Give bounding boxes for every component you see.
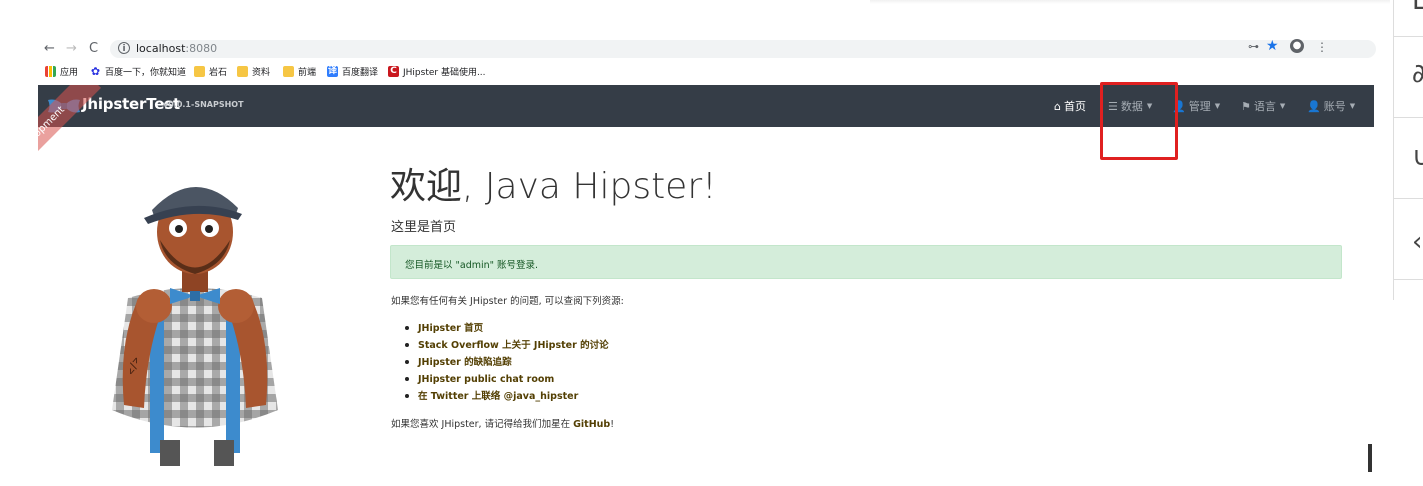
- user-icon: 👤: [1307, 99, 1321, 113]
- reload-icon[interactable]: C: [89, 39, 98, 59]
- csdn-icon: C: [388, 65, 399, 77]
- annotation-highlight-box: [1100, 82, 1178, 160]
- forward-arrow-icon[interactable]: →: [66, 39, 77, 59]
- bookmark-label: 应用: [60, 67, 79, 78]
- link-text: JHipster public chat room: [418, 374, 555, 385]
- title-welcome: 欢迎: [390, 166, 463, 207]
- back-arrow-icon[interactable]: ←: [44, 39, 55, 59]
- address-row: ← → C i localhost:8080 ⊶ ★ ● ⋮: [38, 38, 1376, 59]
- star-icon[interactable]: ★: [1266, 38, 1279, 54]
- ribbon-text: Development: [38, 104, 67, 160]
- translate-icon: 译: [327, 65, 338, 77]
- home-icon: ⌂: [1054, 99, 1061, 113]
- folder-icon: [283, 65, 294, 77]
- side-cell: ∂: [1394, 37, 1423, 118]
- scrollbar-thumb[interactable]: [1368, 444, 1372, 472]
- folder-icon: [194, 65, 205, 77]
- bullet: [405, 394, 409, 398]
- bullet: [405, 360, 409, 364]
- flag-icon: ⚑: [1241, 99, 1251, 113]
- side-cell: ᒪ: [1394, 0, 1423, 37]
- bookmark-folder-docs[interactable]: 资料: [237, 63, 270, 79]
- resource-links: JHipster 首页 Stack Overflow 上关于 JHipster …: [405, 320, 609, 405]
- caret-down-icon: ▼: [1214, 102, 1221, 110]
- bookmark-label: 百度翻译: [342, 67, 379, 78]
- nav-label: 管理: [1188, 100, 1211, 113]
- caret-down-icon: ▼: [1279, 102, 1286, 110]
- alert-text: 您目前是以 "admin" 账号登录.: [405, 260, 539, 271]
- link-bug-tracker[interactable]: JHipster 的缺陷追踪: [405, 354, 609, 371]
- info-icon[interactable]: i: [118, 42, 130, 54]
- panel-icon: ᒪ: [1412, 0, 1423, 16]
- bullet: [405, 326, 409, 330]
- panel-icon: ∂: [1412, 59, 1423, 89]
- bookmark-label: 百度一下，你就知道: [105, 67, 187, 78]
- nav-label: 首页: [1063, 100, 1086, 113]
- link-text: Stack Overflow 上关于 JHipster 的讨论: [418, 340, 609, 351]
- browser-chrome: ← → C i localhost:8080 ⊶ ★ ● ⋮ 应用 ✿ 百度一下，…: [38, 37, 1376, 83]
- nav-account-dropdown[interactable]: 👤 账号 ▼: [1307, 85, 1355, 127]
- nav-label: 语言: [1253, 100, 1276, 113]
- footer-suffix: !: [610, 419, 615, 430]
- github-star-note: 如果您喜欢 JHipster, 请记得给我们加星在 GitHub!: [391, 416, 614, 430]
- baidu-paw-icon: ✿: [90, 64, 101, 78]
- bookmark-label: 资料: [252, 67, 271, 78]
- more-menu-icon[interactable]: ⋮: [1316, 40, 1328, 54]
- apps-grid-icon: [45, 65, 56, 77]
- side-cell: ‹: [1394, 199, 1423, 280]
- bullet: [405, 343, 409, 347]
- link-chat-room[interactable]: JHipster public chat room: [405, 371, 609, 388]
- page-title: 欢迎, Java Hipster!: [390, 165, 717, 209]
- folder-icon: [237, 65, 248, 77]
- title-name: , Java Hipster!: [462, 166, 717, 207]
- bookmark-baidu[interactable]: ✿ 百度一下，你就知道: [90, 63, 186, 79]
- bullet: [405, 377, 409, 381]
- bookmark-label: JHipster 基础使用...: [403, 67, 486, 78]
- link-text: JHipster 的缺陷追踪: [418, 357, 512, 368]
- url-port: :8080: [185, 42, 218, 55]
- url-text[interactable]: localhost:8080: [136, 42, 217, 56]
- page-subtitle: 这里是首页: [391, 220, 457, 235]
- side-cell: ∪: [1394, 118, 1423, 199]
- bookmarks-bar: 应用 ✿ 百度一下，你就知道 岩石 资料 前端 译百度翻译 C JHipster 基…: [38, 63, 1374, 79]
- bookmark-folder-frontend[interactable]: 前端: [283, 63, 316, 79]
- bookmark-jhipster[interactable]: C JHipster 基础使用...: [388, 63, 486, 79]
- url-host: localhost: [136, 42, 186, 55]
- bookmark-folder-rock[interactable]: 岩石: [194, 63, 227, 79]
- login-status-alert: 您目前是以 "admin" 账号登录.: [390, 245, 1342, 279]
- profile-icon[interactable]: ●: [1290, 39, 1304, 53]
- nav-language-dropdown[interactable]: ⚑ 语言 ▼: [1241, 85, 1285, 127]
- link-twitter[interactable]: 在 Twitter 上联络 @java_hipster: [405, 388, 609, 405]
- brand-version: v0.0.1-SNAPSHOT: [163, 100, 244, 109]
- github-link[interactable]: GitHub: [573, 419, 610, 430]
- caret-down-icon: ▼: [1349, 102, 1356, 110]
- bookmark-label: 前端: [298, 67, 317, 78]
- link-text: JHipster 首页: [418, 323, 484, 334]
- key-icon[interactable]: ⊶: [1248, 40, 1259, 53]
- hipster-illustration: </>: [100, 170, 290, 474]
- panel-icon: ‹: [1412, 227, 1423, 257]
- bookmark-baidu-translate[interactable]: 译百度翻译: [327, 63, 378, 79]
- nav-admin-dropdown[interactable]: 👤 管理 ▼: [1172, 85, 1220, 127]
- window-shadow: [870, 0, 1390, 4]
- link-text: 在 Twitter 上联络 @java_hipster: [418, 391, 579, 402]
- resources-intro: 如果您有任何有关 JHipster 的问题, 可以查阅下列资源:: [391, 296, 624, 307]
- nav-label: 账号: [1323, 100, 1346, 113]
- nav-home[interactable]: ⌂ 首页: [1054, 85, 1086, 127]
- link-stack-overflow[interactable]: Stack Overflow 上关于 JHipster 的讨论: [405, 337, 609, 354]
- bookmark-apps[interactable]: 应用: [45, 63, 78, 79]
- ribbon-band: Development: [38, 85, 102, 194]
- footer-text: 如果您喜欢 JHipster, 请记得给我们加星在: [391, 419, 574, 430]
- link-jhipster-home[interactable]: JHipster 首页: [405, 320, 609, 337]
- bookmark-label: 岩石: [209, 67, 228, 78]
- address-bar[interactable]: i localhost:8080: [110, 40, 1376, 58]
- side-panel: ᒪ ∂ ∪ ‹: [1393, 0, 1423, 300]
- panel-icon: ∪: [1412, 142, 1423, 172]
